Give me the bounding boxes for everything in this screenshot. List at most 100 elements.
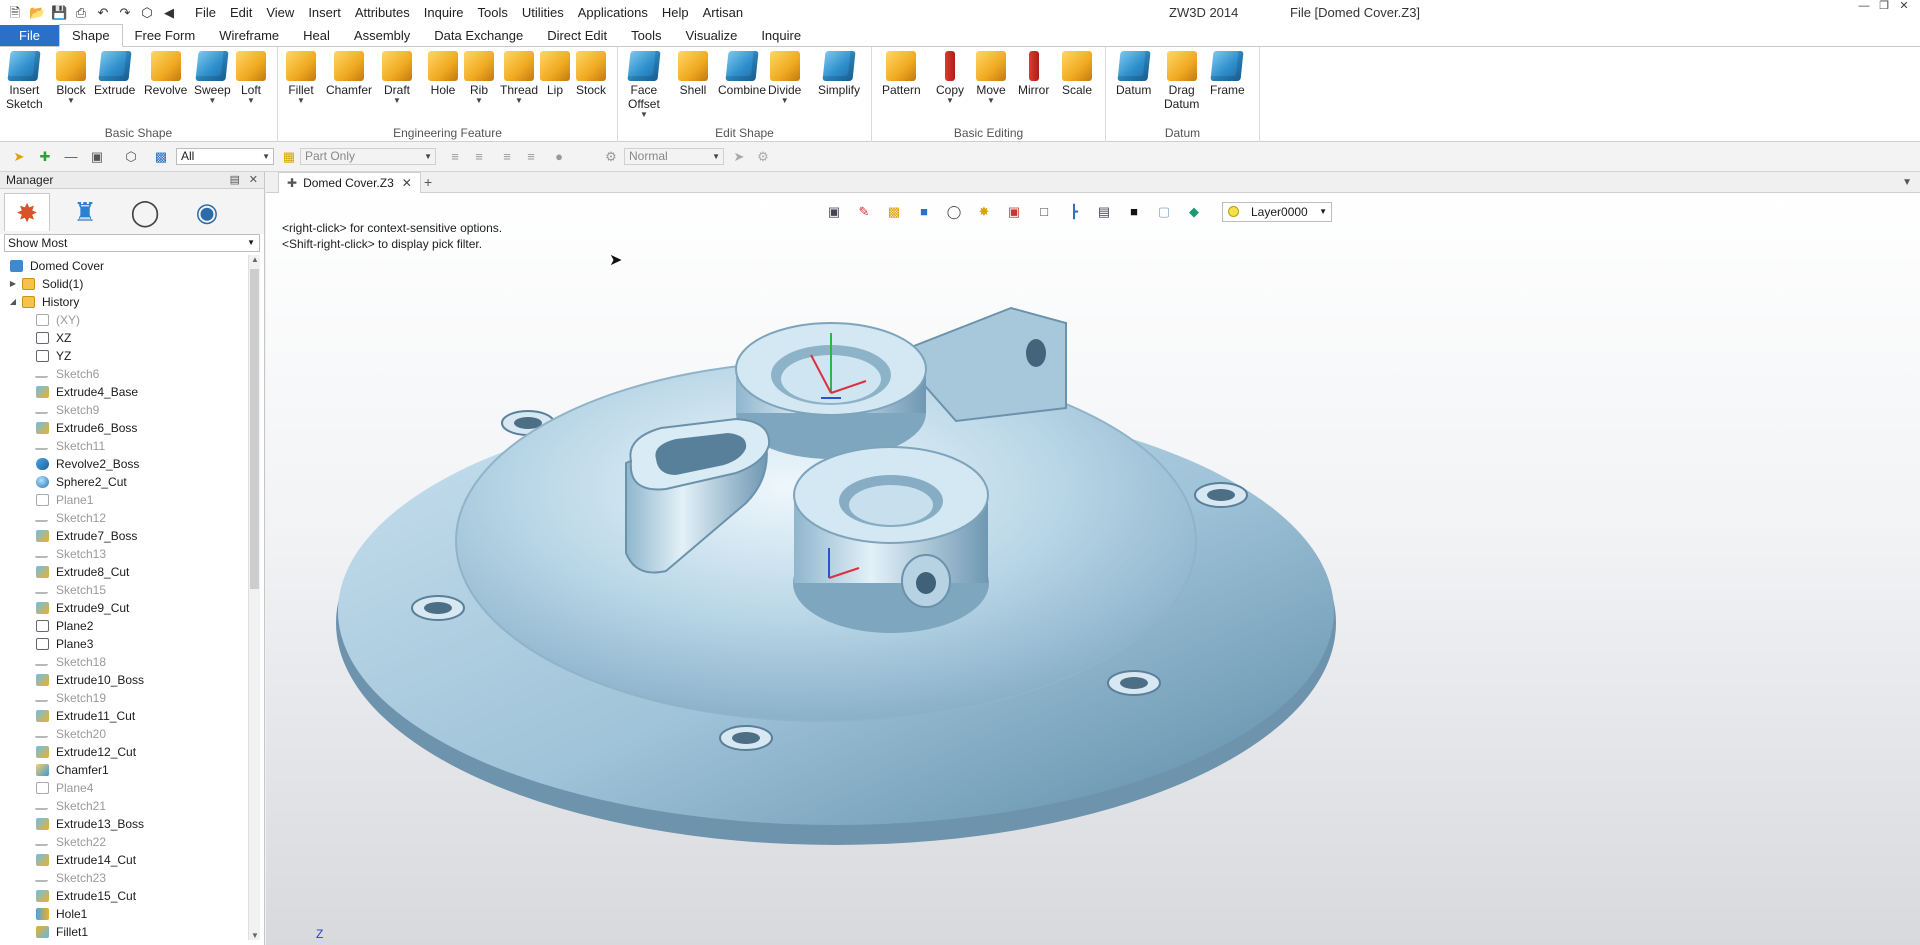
- pin-icon[interactable]: ●: [552, 150, 566, 164]
- combine-button[interactable]: Combine: [718, 51, 766, 97]
- menu-edit[interactable]: Edit: [223, 0, 259, 25]
- select-arrow-icon[interactable]: ➤: [12, 150, 26, 164]
- chevron-down-icon[interactable]: ▼: [936, 97, 964, 105]
- tree-row[interactable]: Extrude9_Cut: [0, 599, 248, 617]
- tree-row[interactable]: Sketch18: [0, 653, 248, 671]
- chevron-down-icon[interactable]: ▼: [628, 111, 660, 119]
- tab-inquire[interactable]: Inquire: [749, 25, 813, 46]
- lip-button[interactable]: Lip: [540, 51, 570, 97]
- chevron-down-icon[interactable]: ▼: [382, 97, 412, 105]
- mirror-button[interactable]: Mirror: [1018, 51, 1049, 97]
- insert-sketch-button[interactable]: Insert Sketch: [6, 51, 43, 111]
- menu-help[interactable]: Help: [655, 0, 696, 25]
- menu-file[interactable]: File: [188, 0, 223, 25]
- divide-button[interactable]: Divide ▼: [768, 51, 801, 105]
- filter-combo[interactable]: All ▼: [176, 148, 274, 165]
- fillet-button[interactable]: Fillet ▼: [286, 51, 316, 105]
- box-select-icon[interactable]: ▣: [90, 150, 104, 164]
- tree-row[interactable]: Sketch6: [0, 365, 248, 383]
- tree-row[interactable]: Sphere2_Cut: [0, 473, 248, 491]
- tree-row[interactable]: Sketch9: [0, 401, 248, 419]
- align-icon[interactable]: ≡: [448, 150, 462, 164]
- simplify-button[interactable]: Simplify: [818, 51, 860, 97]
- domed-cover-model[interactable]: [266, 193, 1920, 945]
- tree-row[interactable]: Hole1: [0, 905, 248, 923]
- tab-menu-icon[interactable]: ▼: [1902, 172, 1912, 193]
- block-button[interactable]: Block ▼: [56, 51, 86, 105]
- pattern-button[interactable]: Pattern: [882, 51, 921, 97]
- history-tab-icon[interactable]: ✸: [4, 193, 50, 231]
- back-arrow-icon[interactable]: ◀: [161, 5, 177, 21]
- menu-applications[interactable]: Applications: [571, 0, 655, 25]
- chamfer-button[interactable]: Chamfer: [326, 51, 372, 97]
- tree-row[interactable]: XZ: [0, 329, 248, 347]
- tree-row[interactable]: Sketch12: [0, 509, 248, 527]
- pick-filter-icon[interactable]: ⚙: [756, 150, 770, 164]
- tree-row[interactable]: Sketch20: [0, 725, 248, 743]
- new-icon[interactable]: 🗎: [7, 5, 23, 21]
- print-icon[interactable]: ⎙: [73, 5, 89, 21]
- tree-row[interactable]: Extrude15_Cut: [0, 887, 248, 905]
- tab-file[interactable]: File: [0, 25, 59, 46]
- polygon-select-icon[interactable]: ⬡: [124, 150, 138, 164]
- stock-button[interactable]: Stock: [576, 51, 606, 97]
- tab-visualize[interactable]: Visualize: [674, 25, 750, 46]
- chevron-down-icon[interactable]: ▼: [194, 97, 231, 105]
- chevron-down-icon[interactable]: ▼: [236, 97, 266, 105]
- view-tab-icon[interactable]: ◯: [122, 193, 168, 231]
- distribute-icon[interactable]: ≡: [500, 150, 514, 164]
- tree-row[interactable]: Sketch21: [0, 797, 248, 815]
- tree-row[interactable]: Domed Cover: [0, 257, 248, 275]
- shell-button[interactable]: Shell: [678, 51, 708, 97]
- sweep-button[interactable]: Sweep ▼: [194, 51, 231, 105]
- tree-row[interactable]: (XY): [0, 311, 248, 329]
- tree-row[interactable]: Sketch11: [0, 437, 248, 455]
- tree-row[interactable]: Sketch22: [0, 833, 248, 851]
- part-combo[interactable]: Part Only ▼: [300, 148, 436, 165]
- chevron-down-icon[interactable]: ▼: [768, 97, 801, 105]
- close-icon[interactable]: ✕: [1894, 0, 1914, 12]
- chevron-down-icon[interactable]: ▼: [286, 97, 316, 105]
- undo-icon[interactable]: ↶: [95, 5, 111, 21]
- tree-row[interactable]: Extrude11_Cut: [0, 707, 248, 725]
- gear-icon[interactable]: ⚙: [604, 150, 618, 164]
- tree-row[interactable]: Revolve2_Boss: [0, 455, 248, 473]
- remove-icon[interactable]: —: [64, 150, 78, 164]
- tab-domed-cover[interactable]: ✚ Domed Cover.Z3 ✕: [278, 172, 421, 193]
- expand-toggle-icon[interactable]: ▶: [8, 275, 18, 293]
- pick-icon[interactable]: ➤: [732, 150, 746, 164]
- save-icon[interactable]: 💾: [51, 5, 67, 21]
- draft-button[interactable]: Draft ▼: [382, 51, 412, 105]
- revolve-button[interactable]: Revolve: [144, 51, 187, 97]
- tab-direct-edit[interactable]: Direct Edit: [535, 25, 619, 46]
- tree-row[interactable]: Extrude7_Boss: [0, 527, 248, 545]
- stack-icon[interactable]: ≡: [524, 150, 538, 164]
- mode-combo[interactable]: Normal ▼: [624, 148, 724, 165]
- face-offset-button[interactable]: Face Offset ▼: [627, 51, 661, 119]
- tab-wireframe[interactable]: Wireframe: [207, 25, 291, 46]
- tree-row[interactable]: Sketch15: [0, 581, 248, 599]
- tab-tools[interactable]: Tools: [619, 25, 673, 46]
- loft-button[interactable]: Loft ▼: [236, 51, 266, 105]
- tree-row[interactable]: Plane2: [0, 617, 248, 635]
- datum-button[interactable]: Datum: [1116, 51, 1151, 97]
- align-center-icon[interactable]: ≡: [472, 150, 486, 164]
- tree-row[interactable]: YZ: [0, 347, 248, 365]
- tree-row[interactable]: Sketch19: [0, 689, 248, 707]
- menu-insert[interactable]: Insert: [301, 0, 348, 25]
- scroll-up-icon[interactable]: ▲: [249, 255, 261, 264]
- close-tab-icon[interactable]: ✕: [402, 176, 412, 190]
- minimize-icon[interactable]: —: [1854, 0, 1874, 12]
- tree-row[interactable]: Extrude8_Cut: [0, 563, 248, 581]
- thread-button[interactable]: Thread ▼: [500, 51, 538, 105]
- chevron-down-icon[interactable]: ▼: [56, 97, 86, 105]
- frame-button[interactable]: Frame: [1210, 51, 1245, 97]
- chevron-down-icon[interactable]: ▼: [976, 97, 1006, 105]
- 3d-viewport[interactable]: <right-click> for context-sensitive opti…: [266, 193, 1920, 945]
- expand-toggle-icon[interactable]: ◢: [8, 293, 18, 311]
- tree-row[interactable]: Sketch13: [0, 545, 248, 563]
- tree-filter-combo[interactable]: Show Most ▼: [4, 234, 260, 252]
- tree-row[interactable]: Plane4: [0, 779, 248, 797]
- view-icon[interactable]: ⬡: [139, 5, 155, 21]
- tab-free-form[interactable]: Free Form: [123, 25, 208, 46]
